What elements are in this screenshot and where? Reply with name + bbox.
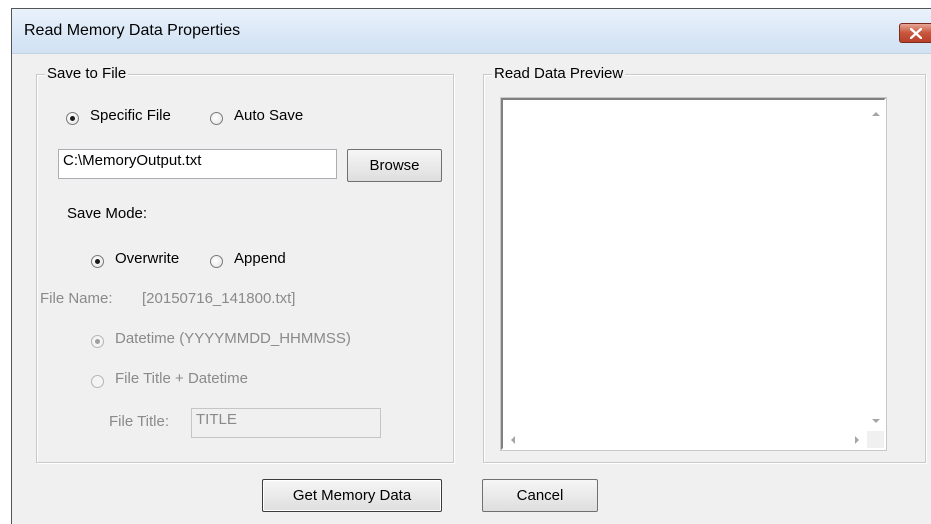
file-path-input[interactable]: C:\MemoryOutput.txt: [58, 149, 337, 179]
file-title-label: File Title:: [109, 413, 170, 430]
specific-file-radio[interactable]: [66, 112, 79, 125]
vertical-scrollbar[interactable]: [867, 100, 884, 431]
file-title-input[interactable]: TITLE: [191, 408, 381, 438]
scroll-left-arrow-icon[interactable]: [511, 436, 515, 444]
auto-save-radio[interactable]: [210, 112, 223, 125]
save-to-file-group-label: Save to File: [45, 65, 129, 82]
close-button[interactable]: [899, 23, 931, 43]
overwrite-label[interactable]: Overwrite: [115, 250, 179, 267]
scroll-right-arrow-icon[interactable]: [855, 436, 859, 444]
cancel-button[interactable]: Cancel: [482, 479, 598, 512]
datetime-radio[interactable]: [91, 335, 104, 348]
save-mode-label: Save Mode:: [67, 205, 148, 222]
save-to-file-group: Save to File Specific File Auto Save C:\…: [36, 65, 454, 463]
file-title-datetime-radio[interactable]: [91, 375, 104, 388]
read-data-preview-group-label: Read Data Preview: [492, 65, 626, 82]
read-data-preview-group: Read Data Preview: [483, 65, 926, 463]
auto-save-label[interactable]: Auto Save: [234, 107, 303, 124]
overwrite-radio[interactable]: [91, 255, 104, 268]
get-memory-data-button[interactable]: Get Memory Data: [262, 479, 442, 512]
dialog-window: Read Memory Data Properties Save to File…: [11, 8, 931, 524]
append-radio[interactable]: [210, 255, 223, 268]
datetime-label[interactable]: Datetime (YYYYMMDD_HHMMSS): [115, 330, 351, 347]
scroll-down-arrow-icon[interactable]: [872, 419, 880, 423]
horizontal-scrollbar[interactable]: [503, 431, 867, 448]
close-icon: [910, 28, 922, 39]
file-title-datetime-label[interactable]: File Title + Datetime: [115, 370, 248, 387]
scroll-up-arrow-icon[interactable]: [872, 112, 880, 116]
scrollbar-corner: [867, 431, 884, 448]
file-name-value: [20150716_141800.txt]: [142, 290, 296, 307]
window-title: Read Memory Data Properties: [24, 22, 241, 39]
specific-file-label[interactable]: Specific File: [90, 107, 171, 124]
append-label[interactable]: Append: [234, 250, 286, 267]
title-bar[interactable]: Read Memory Data Properties: [12, 9, 931, 54]
preview-textarea[interactable]: [500, 97, 887, 451]
file-name-label: File Name:: [40, 290, 113, 307]
browse-button[interactable]: Browse: [347, 149, 442, 182]
